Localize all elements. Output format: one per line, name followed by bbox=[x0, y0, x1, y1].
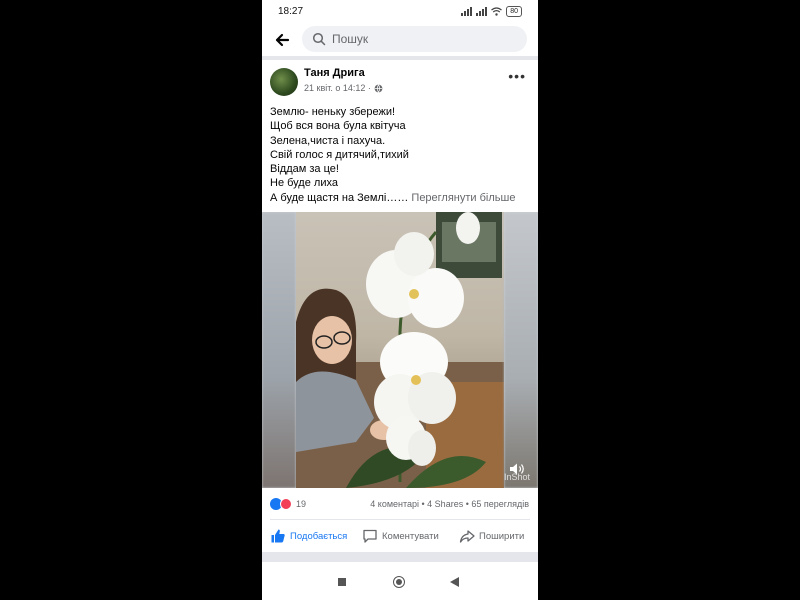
divider bbox=[270, 519, 530, 520]
post-text: Землю- неньку збережи! Щоб вся вона була… bbox=[270, 105, 534, 205]
more-icon[interactable]: ••• bbox=[508, 68, 526, 84]
orchid-flower bbox=[374, 332, 456, 430]
post-stats[interactable]: 4 коментарі • 4 Shares • 65 переглядів bbox=[370, 499, 529, 509]
battery-icon: 80 bbox=[506, 6, 522, 17]
like-button-label: Подобається bbox=[290, 530, 348, 542]
orchid-bud bbox=[456, 212, 480, 244]
video-frame bbox=[296, 212, 504, 488]
post-meta: 21 квіт. о 14:12 · bbox=[304, 83, 383, 93]
recents-icon[interactable] bbox=[338, 578, 346, 586]
back-arrow-icon[interactable] bbox=[272, 30, 292, 50]
see-more-link[interactable]: Переглянути більше bbox=[411, 192, 515, 204]
mute-icon[interactable] bbox=[508, 460, 526, 478]
globe-icon bbox=[374, 84, 383, 93]
like-button[interactable]: Подобається bbox=[270, 522, 347, 550]
status-time: 18:27 bbox=[278, 6, 304, 17]
post-text-line: Землю- неньку збережи! bbox=[270, 106, 396, 118]
author-name[interactable]: Таня Дрига bbox=[304, 67, 365, 79]
video-player[interactable]: InShot bbox=[262, 212, 538, 488]
post-text-line: Віддам за це! bbox=[270, 163, 339, 176]
comment-button[interactable]: Коментувати bbox=[362, 522, 439, 550]
phone-screen: 18:27 80 Таня Дрига 21 квіт. о 14:12 · •… bbox=[262, 0, 538, 600]
nav-back-icon[interactable] bbox=[450, 577, 459, 587]
comment-icon bbox=[363, 529, 377, 543]
signal-icon-2 bbox=[476, 7, 488, 16]
love-reaction-icon[interactable] bbox=[280, 498, 292, 510]
home-icon[interactable] bbox=[393, 576, 405, 588]
reactions-row: 19 4 коментарі • 4 Shares • 65 перегляді… bbox=[262, 494, 538, 514]
post-text-line: Щоб вся вона була квітуча bbox=[270, 120, 406, 133]
video-scene bbox=[296, 212, 504, 488]
share-icon bbox=[459, 530, 475, 543]
search-header bbox=[262, 24, 538, 56]
wifi-icon bbox=[491, 7, 503, 16]
post-actions: Подобається Коментувати Поширити bbox=[262, 522, 538, 550]
avatar[interactable] bbox=[270, 68, 298, 96]
divider bbox=[262, 56, 538, 60]
search-icon bbox=[312, 32, 326, 46]
status-bar: 18:27 80 bbox=[262, 0, 538, 24]
post-text-line: Не буде лиха bbox=[270, 177, 338, 190]
like-icon bbox=[271, 529, 285, 543]
post-date[interactable]: 21 квіт. о 14:12 · bbox=[304, 83, 371, 93]
post-text-line: Зелена,чиста і пахуча. bbox=[270, 134, 386, 147]
share-button-label: Поширити bbox=[479, 530, 525, 542]
post-text-line: А буде щастя на Землі…… Переглянути біль… bbox=[270, 191, 534, 205]
divider bbox=[262, 552, 538, 562]
system-nav-bar bbox=[262, 566, 538, 600]
search-input[interactable] bbox=[332, 26, 522, 52]
video-blur-right bbox=[504, 212, 538, 488]
comment-button-label: Коментувати bbox=[382, 530, 439, 542]
share-button[interactable]: Поширити bbox=[459, 522, 524, 550]
post-text-line: Свій голос я дитячий,тихий bbox=[270, 148, 409, 161]
reaction-count[interactable]: 19 bbox=[296, 499, 306, 509]
status-icons: 80 bbox=[461, 6, 522, 17]
signal-icon bbox=[461, 7, 473, 16]
post-text-last: А буде щастя на Землі…… bbox=[270, 191, 409, 204]
video-blur-left bbox=[262, 212, 296, 488]
search-box[interactable] bbox=[302, 26, 527, 52]
